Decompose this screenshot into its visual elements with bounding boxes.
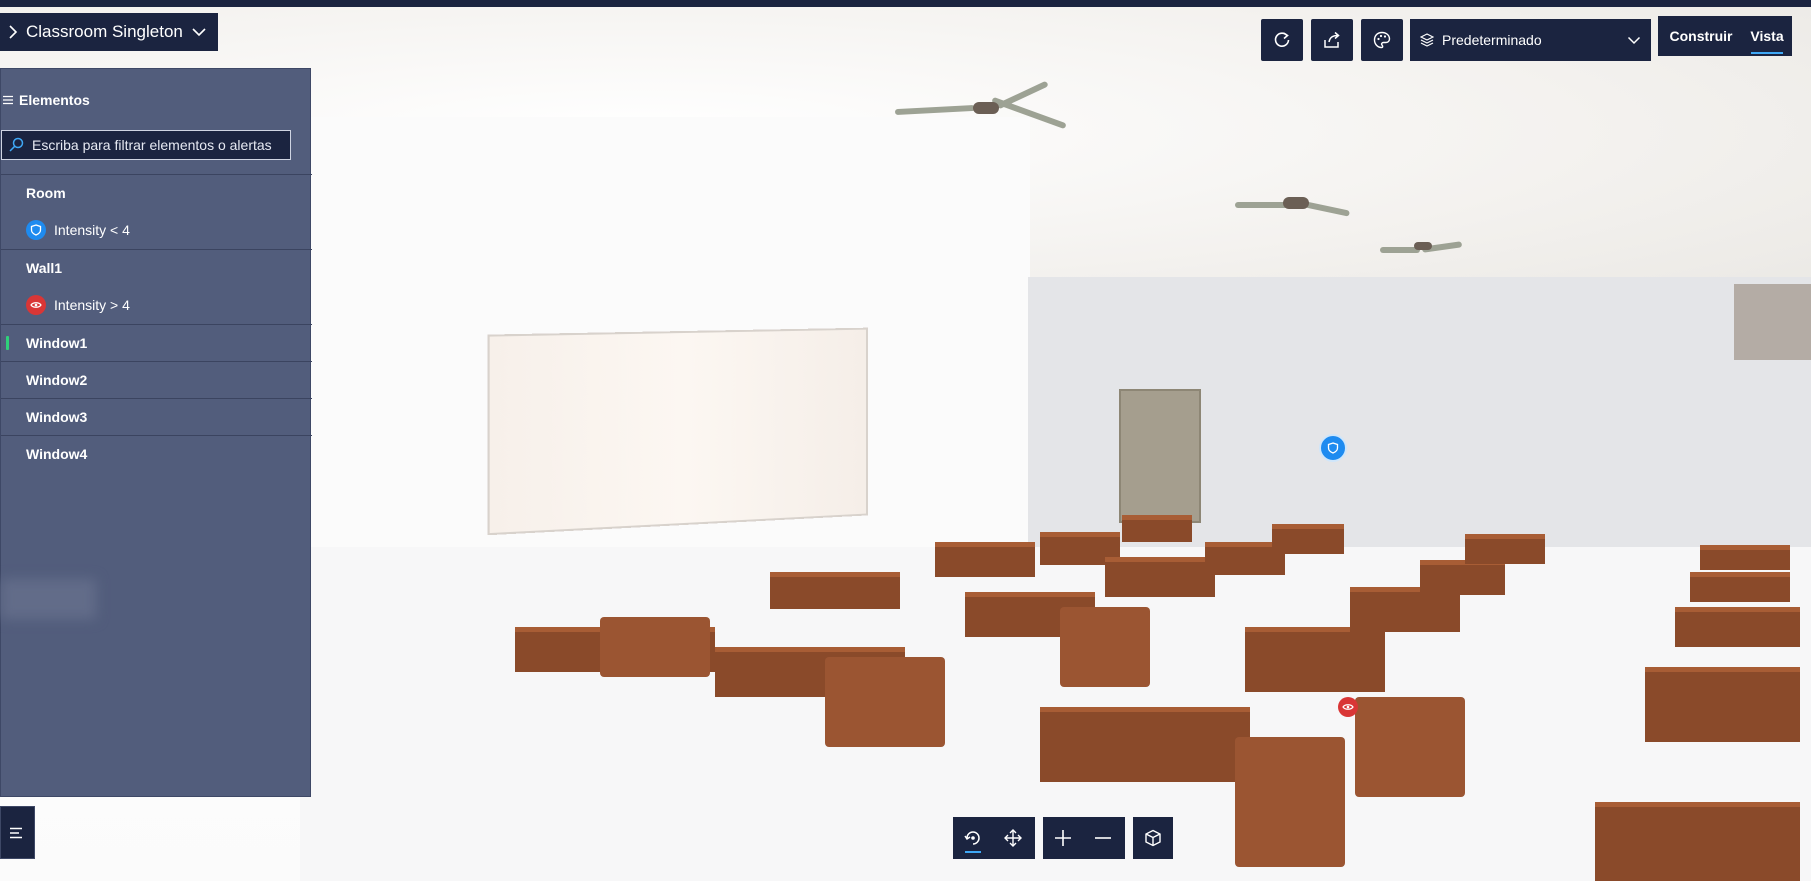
scene-chair [1355, 697, 1465, 797]
zoom-group [1043, 817, 1125, 859]
element-group-window1: Window1 [1, 324, 312, 361]
scene-desk [1420, 560, 1505, 595]
scene-desk [1595, 802, 1800, 881]
toggle-panel-button[interactable] [0, 806, 35, 859]
element-label: Window4 [26, 446, 88, 462]
element-item-window1[interactable]: Window1 [1, 325, 312, 361]
refresh-icon [1272, 30, 1292, 50]
scene-chair [1060, 607, 1150, 687]
alert-item-wall1[interactable]: Intensity > 4 [1, 286, 312, 324]
element-label: Window2 [26, 372, 88, 388]
scene-desk [1040, 707, 1250, 782]
layer-dropdown-value: Predeterminado [1442, 32, 1542, 48]
search-icon [8, 137, 24, 153]
eye-icon [26, 295, 46, 315]
scene-desk [1700, 545, 1790, 570]
share-icon [1322, 30, 1342, 50]
eye-icon [1342, 704, 1354, 710]
scene-wall-panel [1734, 284, 1811, 360]
alert-label: Intensity > 4 [54, 297, 130, 313]
share-button[interactable] [1311, 19, 1353, 61]
project-selector[interactable]: Classroom Singleton [0, 13, 218, 51]
scene-desk [1690, 572, 1790, 602]
scene-desk [1245, 627, 1385, 692]
zoom-out-button[interactable] [1083, 817, 1123, 859]
alert-label: Intensity < 4 [54, 222, 130, 238]
camera-mode-group [953, 817, 1035, 859]
scene-shield-alert-marker[interactable] [1319, 434, 1347, 462]
element-group-wall1: Wall1 Intensity > 4 [1, 249, 312, 324]
build-mode-button[interactable]: Construir [1658, 16, 1744, 56]
element-label: Window3 [26, 409, 88, 425]
element-group-room: Room Intensity < 4 [1, 174, 312, 249]
scene-door[interactable] [1119, 389, 1201, 523]
layer-dropdown[interactable]: Predeterminado [1410, 19, 1651, 61]
element-group-window2: Window2 [1, 361, 312, 398]
element-item-window3[interactable]: Window3 [1, 399, 312, 435]
refresh-button[interactable] [1261, 19, 1303, 61]
project-title: Classroom Singleton [26, 22, 183, 41]
view-mode-button[interactable]: Vista [1742, 16, 1792, 56]
cube-view-button[interactable] [1133, 817, 1173, 859]
cube-view-icon [1144, 829, 1162, 847]
view-cube-group [1133, 817, 1173, 859]
element-item-window2[interactable]: Window2 [1, 362, 312, 398]
filter-search-box[interactable] [1, 130, 291, 160]
panel-title: Elementos [19, 92, 90, 108]
hamburger-menu-icon[interactable] [3, 95, 13, 105]
list-icon [9, 827, 26, 839]
chevron-down-icon [1627, 36, 1641, 45]
theme-button[interactable] [1361, 19, 1403, 61]
zoom-in-icon [1054, 829, 1072, 847]
scene-desk [1105, 557, 1215, 597]
scene-desk [1675, 607, 1800, 647]
elements-panel: Elementos Room Intensity < 4 Wall1 Inten… [0, 68, 312, 797]
scene-desk [770, 572, 900, 609]
alert-item-room[interactable]: Intensity < 4 [1, 211, 312, 249]
blurred-region [1, 579, 96, 619]
view-mode-label: Vista [1750, 28, 1784, 44]
shield-icon [1327, 442, 1339, 454]
pan-icon [1003, 828, 1023, 848]
scene-eye-alert-marker[interactable] [1338, 697, 1358, 717]
build-mode-label: Construir [1669, 28, 1733, 44]
top-border [0, 0, 1811, 7]
chevron-down-icon[interactable] [191, 27, 207, 37]
element-item-wall1[interactable]: Wall1 [1, 250, 312, 286]
search-input[interactable] [30, 136, 290, 154]
scene-desk [1272, 524, 1344, 554]
orbit-button[interactable] [953, 817, 993, 859]
orbit-icon [963, 828, 983, 848]
zoom-out-icon [1094, 829, 1112, 847]
scene-desk [935, 542, 1035, 577]
palette-icon [1372, 30, 1392, 50]
scene-desk [1465, 534, 1545, 564]
scene-desk [1645, 667, 1800, 742]
element-label: Wall1 [26, 260, 63, 276]
scene-chair [600, 617, 710, 677]
scene-chair [1235, 737, 1345, 867]
scene-chair [825, 657, 945, 747]
element-group-window4: Window4 [1, 435, 312, 472]
element-item-window4[interactable]: Window4 [1, 436, 312, 472]
element-item-room[interactable]: Room [1, 175, 312, 211]
chevron-right-icon[interactable] [8, 24, 18, 40]
layers-icon [1420, 33, 1434, 47]
zoom-in-button[interactable] [1043, 817, 1083, 859]
element-label: Room [26, 185, 66, 201]
scene-whiteboard[interactable] [487, 327, 868, 536]
element-label: Window1 [26, 335, 88, 351]
scene-desk [1122, 515, 1192, 542]
element-group-window3: Window3 [1, 398, 312, 435]
elements-list: Room Intensity < 4 Wall1 Intensity > 4 W… [1, 174, 312, 472]
shield-icon [26, 220, 46, 240]
pan-button[interactable] [993, 817, 1033, 859]
